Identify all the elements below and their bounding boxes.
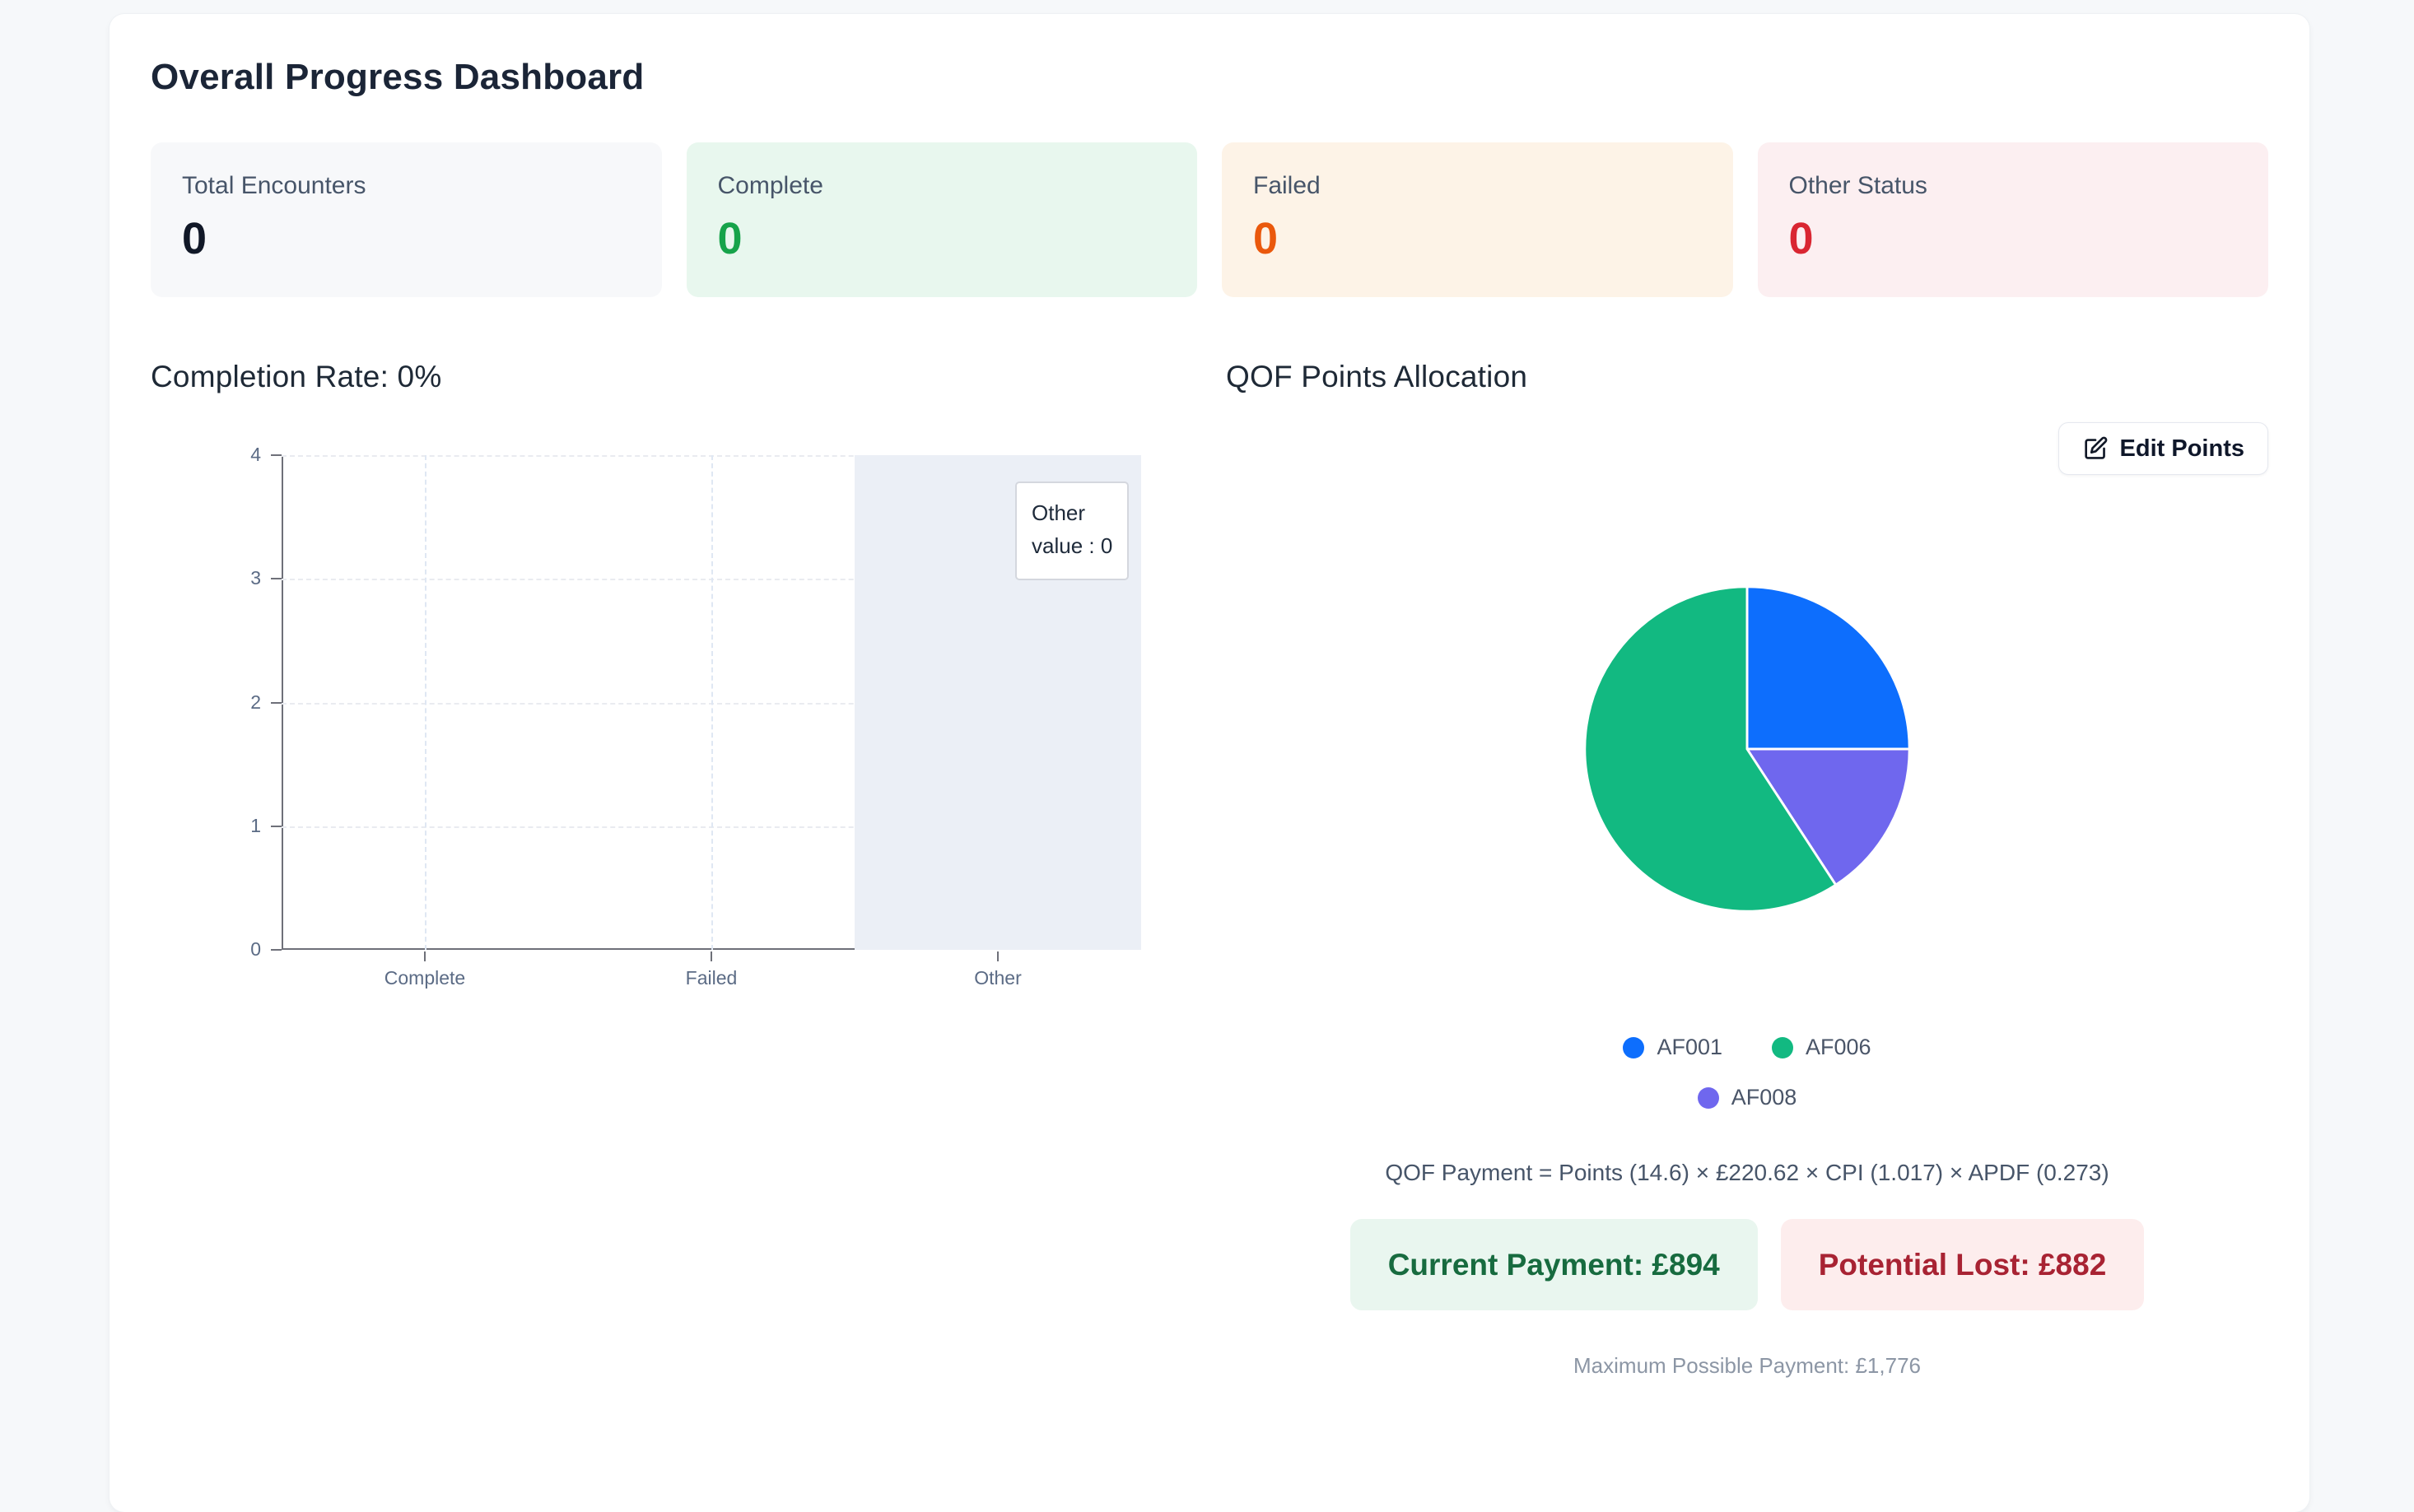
edit-square-icon [2082,435,2109,462]
legend-dot [1772,1036,1793,1058]
legend-dot [1623,1036,1645,1058]
legend-label: AF001 [1657,1035,1722,1059]
x-axis-category-label: Complete [384,967,466,989]
chart-tooltip: Other value : 0 [1015,482,1130,580]
stat-card-total-encounters: Total Encounters 0 [151,142,662,297]
x-axis-tick [997,951,999,961]
y-axis-tick [271,578,282,580]
edit-points-button[interactable]: Edit Points [2057,422,2268,475]
stat-value: 0 [1253,214,1279,263]
qof-section: QOF Points Allocation Edit Points AF001 A… [1226,360,2268,1379]
pie-legend: AF001 AF006 AF008 [1226,1035,2268,1110]
qof-formula: QOF Payment = Points (14.6) × £220.62 × … [1385,1160,2109,1185]
stat-card-failed: Failed 0 [1222,142,1733,297]
stat-label: Failed [1253,172,1321,199]
stat-label: Total Encounters [182,172,366,199]
potential-lost-badge: Potential Lost: £882 [1780,1219,2145,1310]
y-axis-tick [271,454,282,456]
stat-label: Complete [717,172,823,199]
y-axis-label: 4 [250,444,261,465]
gridline-vertical [711,455,713,950]
edit-points-label: Edit Points [2119,435,2244,462]
stat-label: Other Status [1788,172,1927,199]
y-axis-tick [271,701,282,704]
legend-item-AF001[interactable]: AF001 [1623,1035,1722,1060]
pie-slice-AF001[interactable] [1745,585,1911,751]
completion-section: Completion Rate: 0% Other value : 0 0 1 2 3… [151,360,1193,1379]
qof-pie-chart[interactable] [1578,580,1916,918]
x-axis-category-label: Failed [685,967,738,989]
pie-chart-wrap [1226,580,2268,918]
legend-item-AF006[interactable]: AF006 [1772,1035,1871,1060]
tooltip-value: value : 0 [1032,533,1113,558]
stat-value: 0 [182,214,207,263]
qof-toolbar: Edit Points [1226,422,2268,475]
stat-value: 0 [717,214,743,263]
payment-row: Current Payment: £894 Potential Lost: £8… [1226,1219,2268,1310]
legend-label: AF006 [1806,1035,1871,1059]
x-axis-tick [711,951,712,961]
y-axis-tick [271,825,282,827]
dashboard-panel: Overall Progress Dashboard Total Encount… [110,14,2309,1512]
x-axis-tick [424,951,426,961]
legend-item-AF008[interactable]: AF008 [1697,1085,1797,1110]
legend-dot [1697,1086,1719,1109]
y-axis-tick [271,949,282,951]
legend-row: AF001 AF006 [1623,1035,1871,1060]
stat-card-complete: Complete 0 [686,142,1197,297]
stats-row: Total Encounters 0 Complete 0 Failed 0 O… [151,142,2268,297]
page-title: Overall Progress Dashboard [151,57,645,97]
y-axis-label: 1 [250,814,261,836]
x-axis-category-label: Other [974,967,1022,989]
y-axis-label: 3 [250,567,261,589]
legend-row: AF008 [1697,1085,1797,1110]
tooltip-title: Other [1032,500,1086,525]
stat-card-other-status: Other Status 0 [1757,142,2268,297]
completion-bar-chart[interactable]: Other value : 0 0 1 2 3 4 Complete Failed Other [151,444,1172,1015]
current-payment-badge: Current Payment: £894 [1349,1219,1758,1310]
max-payment-text: Maximum Possible Payment: £1,776 [1573,1353,1921,1378]
qof-heading: QOF Points Allocation [1226,360,1528,393]
y-axis-label: 2 [250,691,261,713]
completion-heading: Completion Rate: 0% [151,360,442,393]
dashboard-columns: Completion Rate: 0% Other value : 0 0 1 2 3… [151,360,2268,1379]
gridline-vertical [425,455,426,950]
y-axis-label: 0 [250,938,261,960]
stat-value: 0 [1788,214,1814,263]
legend-label: AF008 [1731,1085,1797,1110]
